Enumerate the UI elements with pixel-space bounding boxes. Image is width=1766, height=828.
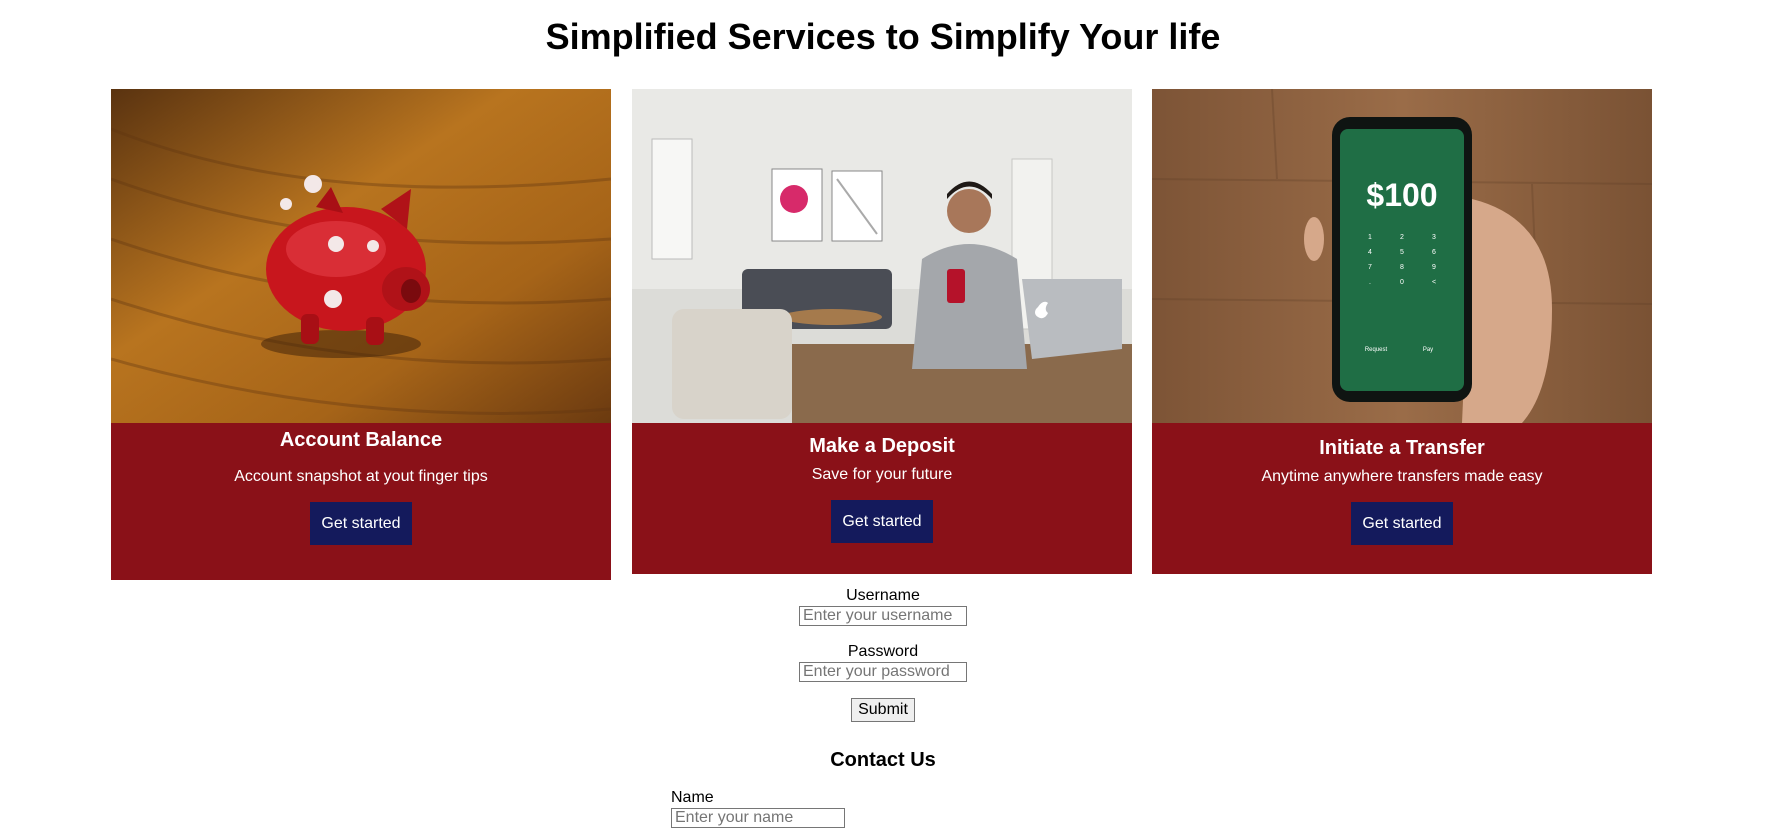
username-input[interactable]	[799, 606, 967, 626]
phone-key: 2	[1400, 234, 1404, 241]
contact-us-heading: Contact Us	[830, 749, 936, 771]
phone-key: .	[1369, 279, 1371, 286]
man-with-phone-and-laptop-photo	[632, 89, 1132, 423]
phone-key: 6	[1432, 249, 1436, 256]
phone-key: <	[1431, 279, 1437, 286]
phone-request-button: Request	[1364, 347, 1388, 353]
get-started-button-account-balance[interactable]: Get started	[310, 502, 412, 545]
card-description: Account snapshot at yout finger tips	[234, 468, 488, 485]
piggy-bank-photo	[111, 89, 611, 423]
card-description: Anytime anywhere transfers made easy	[1261, 468, 1543, 485]
submit-button[interactable]: Submit	[851, 698, 915, 722]
password-label: Password	[847, 643, 919, 660]
card-title: Initiate a Transfer	[1319, 437, 1485, 459]
name-input[interactable]	[671, 808, 845, 828]
password-input[interactable]	[799, 662, 967, 682]
phone-amount: $100	[1366, 177, 1438, 213]
login-form: Username Password Submit	[0, 587, 1766, 722]
phone-keypad: 1 2 3 4 5 6 7 8 9. 0 <	[1354, 234, 1450, 286]
phone-key: 1	[1368, 234, 1372, 241]
phone-key: 5	[1400, 249, 1404, 256]
phone-key: 7	[1368, 264, 1372, 271]
get-started-button-make-a-deposit[interactable]: Get started	[831, 500, 933, 543]
phone-key: 3	[1432, 234, 1436, 241]
page-title: Simplified Services to Simplify Your lif…	[545, 16, 1221, 57]
card-make-a-deposit: Make a Deposit Save for your future Get …	[632, 89, 1132, 574]
name-label: Name	[671, 789, 714, 806]
phone-key: 0	[1400, 279, 1404, 286]
card-initiate-a-transfer: $100 1 2 3 4 5 6 7 8 9. 0 < Request Pay Initiate a…	[1152, 89, 1652, 574]
phone-key: 4	[1368, 249, 1372, 256]
card-account-balance: Account Balance Account snapshot at yout…	[111, 89, 611, 580]
card-description: Save for your future	[811, 466, 953, 483]
get-started-button-initiate-a-transfer[interactable]: Get started	[1351, 502, 1453, 545]
phone-pay-button: Pay	[1422, 347, 1434, 353]
card-title: Make a Deposit	[809, 435, 955, 457]
phone-key: 9	[1432, 264, 1436, 271]
card-title: Account Balance	[279, 429, 443, 451]
contact-name-field-group: Name	[671, 789, 845, 828]
phone-key: 8	[1400, 264, 1404, 271]
username-label: Username	[846, 587, 920, 604]
phone-screen: $100 1 2 3 4 5 6 7 8 9. 0 < Request Pay	[1340, 129, 1464, 391]
